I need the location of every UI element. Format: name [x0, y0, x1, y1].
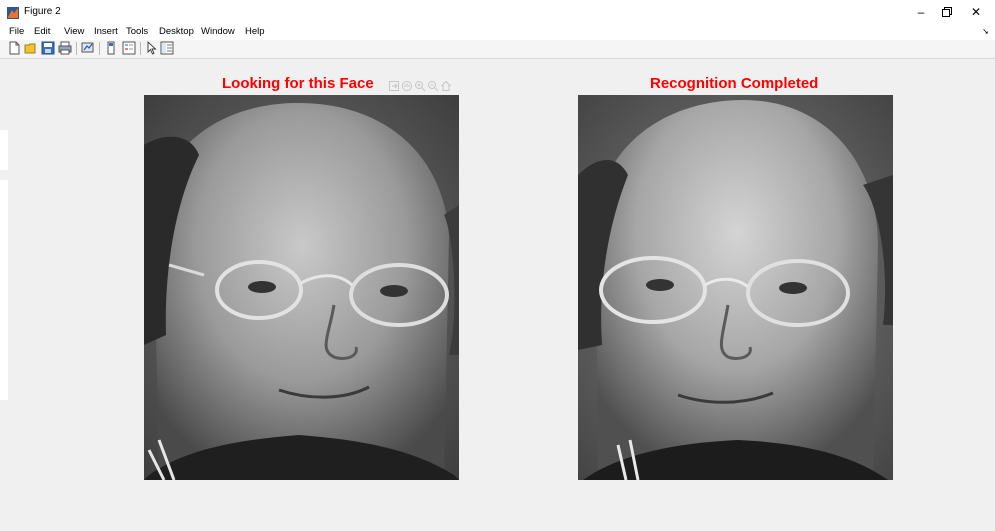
menu-edit[interactable]: Edit: [34, 26, 50, 37]
canvas-edge-mark: [0, 130, 8, 170]
canvas-edge-mark: [0, 180, 8, 400]
edit-plot-icon[interactable]: [145, 41, 159, 55]
menu-overflow-icon[interactable]: ➘: [982, 27, 989, 36]
new-figure-icon[interactable]: [7, 41, 21, 55]
print-icon[interactable]: [58, 41, 72, 55]
menu-view[interactable]: View: [64, 26, 84, 37]
home-icon[interactable]: [440, 80, 452, 92]
zoom-in-icon[interactable]: [414, 80, 426, 92]
toolbar-separator: [76, 42, 77, 55]
link-plot-icon[interactable]: [81, 41, 95, 55]
menu-help[interactable]: Help: [245, 26, 265, 37]
open-file-icon[interactable]: [24, 41, 38, 55]
property-inspector-icon[interactable]: [160, 41, 174, 55]
insert-legend-icon[interactable]: [122, 41, 136, 55]
close-button[interactable]: ✕: [958, 0, 994, 24]
export-icon[interactable]: [388, 80, 400, 92]
right-axes-title: Recognition Completed: [650, 75, 819, 92]
restore-icon: [942, 7, 952, 17]
insert-colorbar-icon[interactable]: [104, 41, 118, 55]
query-face-image: [144, 95, 459, 480]
window-titlebar: Figure 2 – ✕: [0, 0, 995, 24]
menu-bar: File Edit View Insert Tools Desktop Wind…: [0, 24, 995, 40]
save-icon[interactable]: [41, 41, 55, 55]
matched-face-image: [578, 95, 893, 480]
close-icon: ✕: [970, 5, 982, 19]
toolbar-separator: [99, 42, 100, 55]
menu-file[interactable]: File: [9, 26, 24, 37]
window-title: Figure 2: [24, 6, 61, 17]
left-axes-title: Looking for this Face: [222, 75, 374, 92]
menu-desktop[interactable]: Desktop: [159, 26, 194, 37]
matlab-icon: [7, 7, 19, 19]
menu-window[interactable]: Window: [201, 26, 235, 37]
minimize-icon: –: [917, 5, 925, 19]
menu-tools[interactable]: Tools: [126, 26, 148, 37]
toolbar-separator: [140, 42, 141, 55]
pan-icon[interactable]: [401, 80, 413, 92]
zoom-out-icon[interactable]: [427, 80, 439, 92]
figure-toolbar: [0, 40, 995, 59]
axes-toolbar: [388, 80, 452, 92]
menu-insert[interactable]: Insert: [94, 26, 118, 37]
